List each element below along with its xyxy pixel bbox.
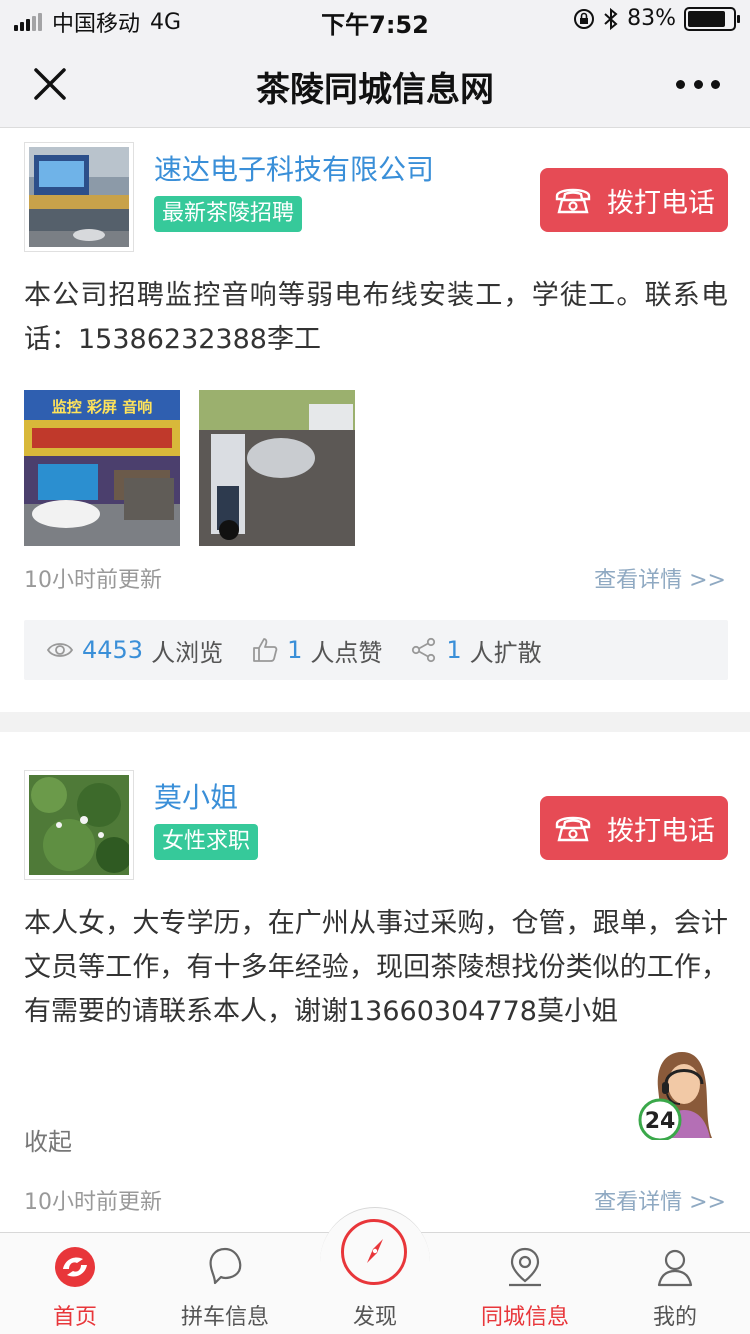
view-details-link[interactable]: 查看详情 >> bbox=[594, 562, 726, 594]
likes-stat[interactable]: 1 人点赞 bbox=[251, 633, 382, 668]
post-card: 莫小姐 女性求职 拨打电话 本人女，大专学历，在广州从事过采购，仓管，跟单，会计… bbox=[0, 732, 750, 1232]
call-button[interactable]: 拨打电话 bbox=[540, 168, 728, 232]
post-author[interactable]: 速达电子科技有限公司 bbox=[154, 148, 434, 188]
nav-bar: 茶陵同城信息网 bbox=[0, 40, 750, 128]
call-button-label: 拨打电话 bbox=[607, 815, 715, 847]
tab-label: 同城信息 bbox=[480, 1305, 569, 1330]
call-button-label: 拨打电话 bbox=[607, 187, 715, 219]
view-details-link[interactable]: 查看详情 >> bbox=[594, 1184, 726, 1216]
post-stats: 4453 人浏览 1 人点赞 1 人扩散 bbox=[24, 620, 728, 680]
support-agent-icon: 24 bbox=[638, 1052, 712, 1142]
photo-sign-text: 监控 彩屏 音响 bbox=[52, 398, 152, 416]
bluetooth-icon bbox=[604, 7, 618, 30]
shares-stat[interactable]: 1 人扩散 bbox=[410, 633, 542, 668]
more-menu-icon[interactable] bbox=[676, 70, 720, 98]
views-count: 4453 bbox=[82, 636, 144, 664]
battery-icon bbox=[684, 6, 740, 31]
page-title: 茶陵同城信息网 bbox=[256, 70, 494, 110]
likes-label: 人点赞 bbox=[310, 638, 383, 667]
post-updated-time: 10小时前更新 bbox=[24, 1190, 162, 1215]
views-label: 人浏览 bbox=[151, 638, 224, 667]
tab-label: 首页 bbox=[52, 1305, 97, 1330]
tab-profile[interactable]: 我的 bbox=[600, 1233, 750, 1334]
tab-home[interactable]: 首页 bbox=[0, 1233, 150, 1334]
post-content: 本公司招聘监控音响等弱电布线安装工，学徒工。联系电话：15386232388李工 bbox=[24, 280, 728, 355]
storefront-image bbox=[29, 147, 129, 247]
user-profile-icon bbox=[657, 1249, 693, 1287]
post-photo[interactable] bbox=[199, 390, 355, 546]
post-author[interactable]: 莫小姐 bbox=[154, 776, 238, 816]
tab-carpool[interactable]: 拼车信息 bbox=[150, 1233, 300, 1334]
card-divider bbox=[0, 712, 750, 732]
post-avatar[interactable] bbox=[24, 142, 134, 252]
phone-icon bbox=[555, 188, 591, 214]
share-icon bbox=[412, 637, 436, 663]
post-category-tag: 最新茶陵招聘 bbox=[154, 196, 303, 232]
post-avatar[interactable] bbox=[24, 770, 134, 880]
bottom-tab-bar: 首页 拼车信息 发现 同城信息 我的 bbox=[0, 1207, 750, 1334]
service-hours-badge: 24 bbox=[645, 1109, 676, 1134]
plant-image bbox=[29, 775, 129, 875]
home-logo-icon bbox=[55, 1247, 95, 1287]
shares-label: 人扩散 bbox=[469, 638, 542, 667]
tab-label: 我的 bbox=[652, 1305, 697, 1330]
compass-icon bbox=[367, 1239, 383, 1263]
customer-service-button[interactable]: 24 bbox=[634, 1044, 730, 1142]
location-pin-icon bbox=[509, 1247, 541, 1287]
call-button[interactable]: 拨打电话 bbox=[540, 796, 728, 860]
thumbs-up-icon bbox=[253, 638, 278, 662]
post-content: 本人女，大专学历，在广州从事过采购，仓管，跟单，会计文员等工作，有十多年经验，现… bbox=[24, 908, 728, 1027]
tab-label: 发现 bbox=[352, 1305, 397, 1330]
tab-local-info[interactable]: 同城信息 bbox=[450, 1233, 600, 1334]
post-category-tag: 女性求职 bbox=[154, 824, 259, 860]
likes-count: 1 bbox=[287, 636, 303, 664]
phone-icon bbox=[555, 816, 591, 842]
post-updated-time: 10小时前更新 bbox=[24, 568, 162, 593]
views-stat: 4453 人浏览 bbox=[46, 633, 223, 668]
post-card: 速达电子科技有限公司 最新茶陵招聘 拨打电话 本公司招聘监控音响等弱电布线安装工… bbox=[0, 128, 750, 710]
tab-discover[interactable]: 发现 bbox=[300, 1233, 450, 1334]
eye-icon bbox=[46, 643, 74, 657]
status-bar: 中国移动 4G 下午7:52 83% bbox=[0, 0, 750, 40]
rotation-lock-icon bbox=[574, 8, 595, 29]
collapse-link[interactable]: 收起 bbox=[24, 1122, 72, 1157]
shares-count: 1 bbox=[446, 636, 462, 664]
battery-percent: 83% bbox=[627, 6, 676, 31]
chat-bubble-icon bbox=[209, 1247, 242, 1285]
post-photo[interactable]: 监控 彩屏 音响 bbox=[24, 390, 180, 546]
status-right: 83% bbox=[573, 6, 740, 31]
tab-label: 拼车信息 bbox=[180, 1305, 269, 1330]
